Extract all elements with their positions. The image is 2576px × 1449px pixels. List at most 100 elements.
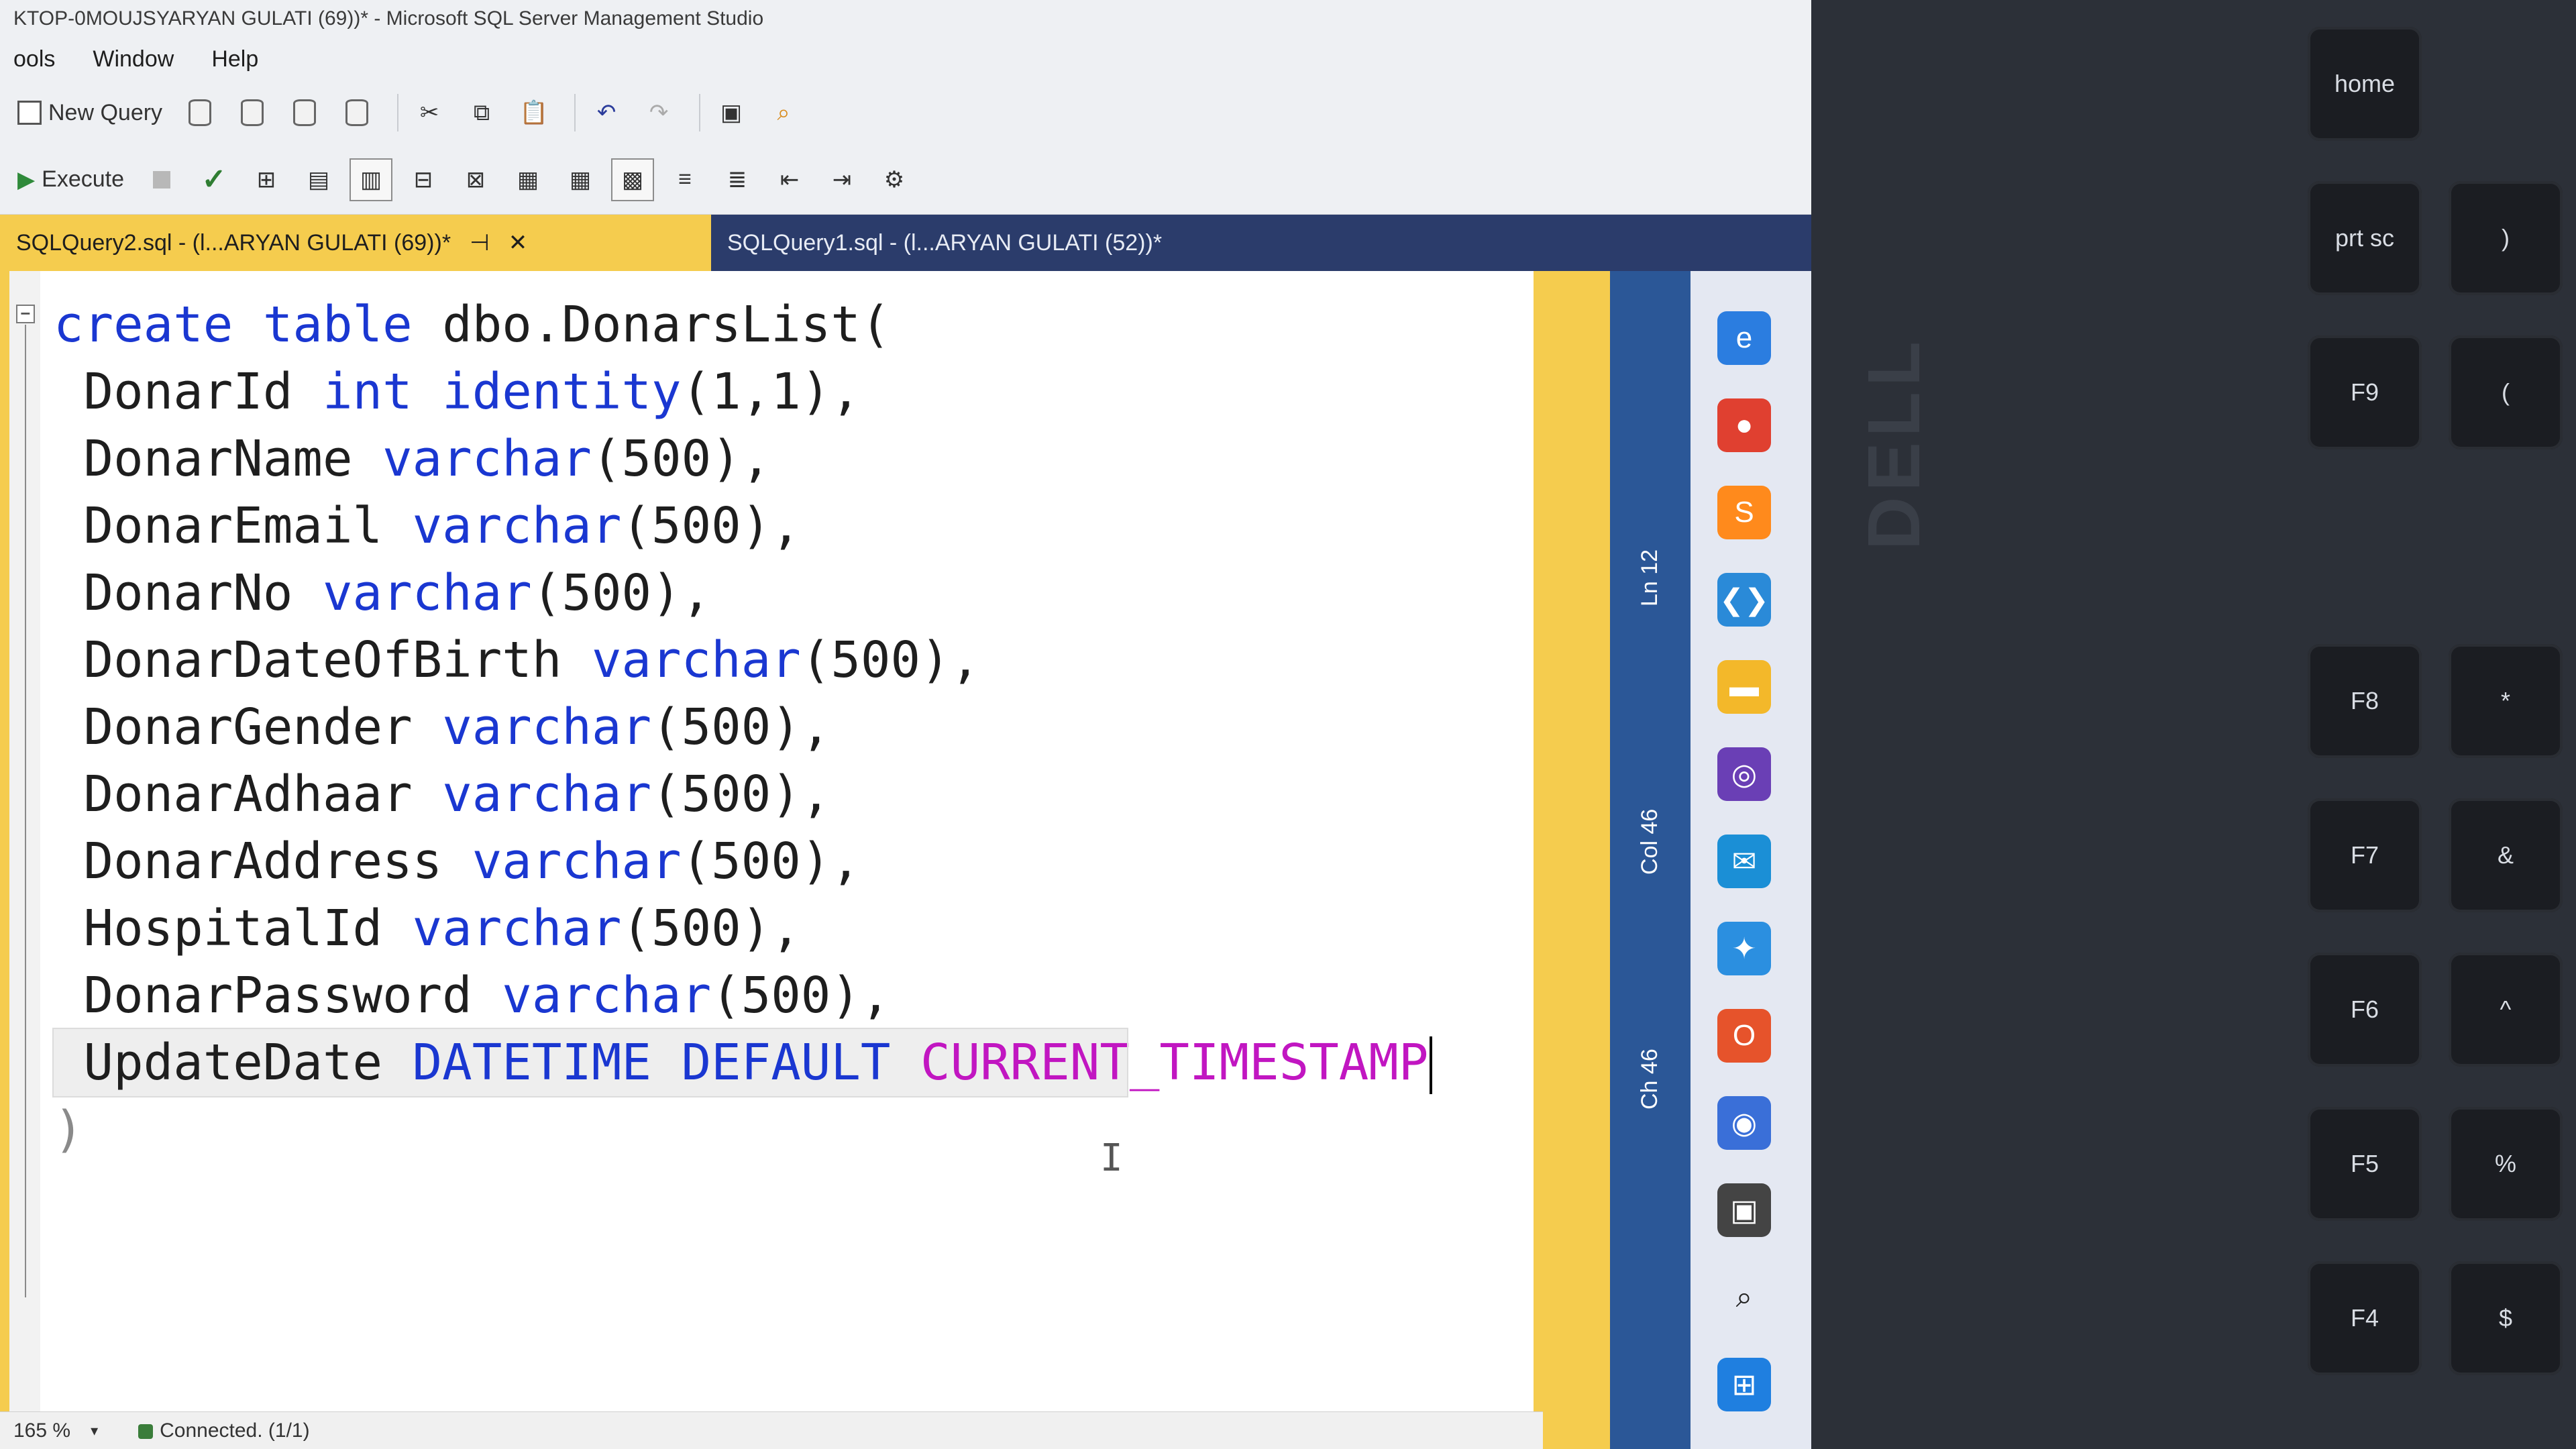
code-token: HospitalId [54,900,413,957]
search-icon[interactable]: ⌕ [1717,1271,1771,1324]
code-token: varchar [412,497,622,555]
status-col: Col 46 [1637,808,1662,875]
mail-icon[interactable]: ✉ [1717,835,1771,888]
menu-window[interactable]: Window [93,46,174,72]
zoom-level[interactable]: 165 % [13,1419,70,1442]
client-stats-button[interactable]: ▦ [506,158,549,201]
cut-button[interactable]: ✂ [408,91,451,134]
parse-button[interactable]: ✓ [193,158,235,201]
code-token: (500), [800,631,981,689]
code-line[interactable]: UpdateDate DATETIME DEFAULT CURRENT_TIME… [52,1028,1433,1097]
sublime-icon[interactable]: S [1717,486,1771,539]
code-line[interactable]: DonarName varchar(500), [54,425,1127,492]
new-query-button[interactable]: New Query [11,91,169,134]
code-line[interactable]: DonarAdhaar varchar(500), [54,761,1127,828]
redo-button[interactable]: ↷ [637,91,680,134]
code-line[interactable]: HospitalId varchar(500), [54,895,1127,962]
code-token: DonarNo [54,564,323,622]
code-token: varchar [442,698,652,756]
undo-button[interactable]: ↶ [585,91,628,134]
windows-start-icon[interactable]: ⊞ [1717,1358,1771,1411]
chevron-down-icon[interactable]: ▾ [91,1422,98,1440]
collapse-region-icon[interactable]: − [16,305,35,323]
comment-button[interactable]: ≡ [663,158,706,201]
code-token: DonarAddress [54,833,472,890]
results-to-file-button[interactable]: ▩ [611,158,655,201]
code-line[interactable]: DonarEmail varchar(500), [54,492,1127,559]
code-token: UpdateDate [54,1034,413,1091]
code-token: ) [54,1101,84,1159]
code-line[interactable]: ) [54,1096,1127,1163]
template-icon: ⚙ [883,166,905,193]
code-token: DATETIME DEFAULT [412,1034,921,1091]
edge-icon[interactable]: e [1717,311,1771,365]
pin-icon[interactable]: ⊣ [470,229,490,256]
uncomment-button[interactable]: ≣ [716,158,759,201]
code-line[interactable]: DonarNo varchar(500), [54,559,1127,627]
code-token: DonarName [54,430,383,488]
find-button[interactable]: ⌕ [762,91,805,134]
intellisense-button[interactable]: ⊟ [402,158,445,201]
specify-values-button[interactable]: ⚙ [873,158,916,201]
code-token: DonarGender [54,698,443,756]
results-to-grid-button[interactable]: ▦ [559,158,602,201]
mdx-query-button[interactable] [178,91,221,134]
increase-indent-button[interactable]: ⇥ [820,158,863,201]
code-line[interactable]: DonarGender varchar(500), [54,694,1127,761]
include-plan-button[interactable]: ⊠ [454,158,497,201]
xmla-query-button[interactable] [283,91,326,134]
cancel-query-button[interactable] [140,158,183,201]
display-plan-button[interactable]: ⊞ [245,158,288,201]
copy-button[interactable]: ⧉ [460,91,503,134]
office-icon[interactable]: O [1717,1009,1771,1063]
app-icon[interactable]: ◎ [1717,747,1771,801]
options-icon: ▤ [307,166,330,193]
screenshot-button[interactable]: ▣ [710,91,753,134]
blue-app-icon[interactable]: ✦ [1717,922,1771,975]
execute-button[interactable]: ▶ Execute [11,158,131,201]
dax-query-button[interactable] [335,91,378,134]
results-to-text-button[interactable]: ▥ [350,158,393,201]
code-line[interactable]: DonarPassword varchar(500), [54,962,1127,1029]
code-token: (500), [531,564,712,622]
code-token: varchar [502,967,712,1024]
grid-icon: ▦ [569,166,592,193]
menu-help[interactable]: Help [211,46,258,72]
code-token: (500), [711,967,891,1024]
code-line[interactable]: DonarAddress varchar(500), [54,828,1127,895]
record-icon[interactable]: ● [1717,398,1771,452]
code-token: DonarPassword [54,967,502,1024]
mdx-icon [189,99,212,126]
query-options-button[interactable]: ▤ [297,158,340,201]
connection-status: Connected. (1/1) [138,1419,310,1442]
intellisense-icon: ⊟ [413,166,433,193]
mouse-ibeam-cursor: I [1100,1136,1123,1180]
code-token: (500), [621,900,801,957]
text-caret [1430,1036,1433,1095]
decrease-indent-button[interactable]: ⇤ [768,158,811,201]
key-5: % [2449,1107,2563,1221]
vscode-icon[interactable]: ❮❯ [1717,573,1771,627]
paste-button[interactable]: 📋 [513,91,555,134]
key-7: & [2449,798,2563,912]
code-line[interactable]: DonarDateOfBirth varchar(500), [54,627,1127,694]
plan-icon: ⊞ [256,166,276,193]
code-token: DonarAdhaar [54,765,443,823]
code-line[interactable]: DonarId int identity(1,1), [54,358,1127,425]
code-line[interactable]: create table dbo.DonarsList( [54,291,1127,358]
file-explorer-icon[interactable]: ▬ [1717,660,1771,714]
code-token: varchar [442,765,652,823]
menu-tools[interactable]: ools [13,46,55,72]
tab-sqlquery2[interactable]: SQLQuery2.sql - (l...ARYAN GULATI (69))*… [0,215,711,271]
key-9: ( [2449,335,2563,449]
dmx-query-button[interactable] [231,91,274,134]
query-editor[interactable]: − create table dbo.DonarsList( DonarId i… [0,271,1543,1411]
zoom-bar: 165 % ▾ Connected. (1/1) [0,1411,1543,1449]
chat-icon[interactable]: ◉ [1717,1096,1771,1150]
close-icon[interactable]: ✕ [508,229,528,256]
key-f7: F7 [2308,798,2422,912]
code-token: varchar [412,900,622,957]
task-view-icon[interactable]: ▣ [1717,1183,1771,1237]
tab-sqlquery1[interactable]: SQLQuery1.sql - (l...ARYAN GULATI (52))* [711,215,1178,271]
connected-icon [138,1424,154,1439]
